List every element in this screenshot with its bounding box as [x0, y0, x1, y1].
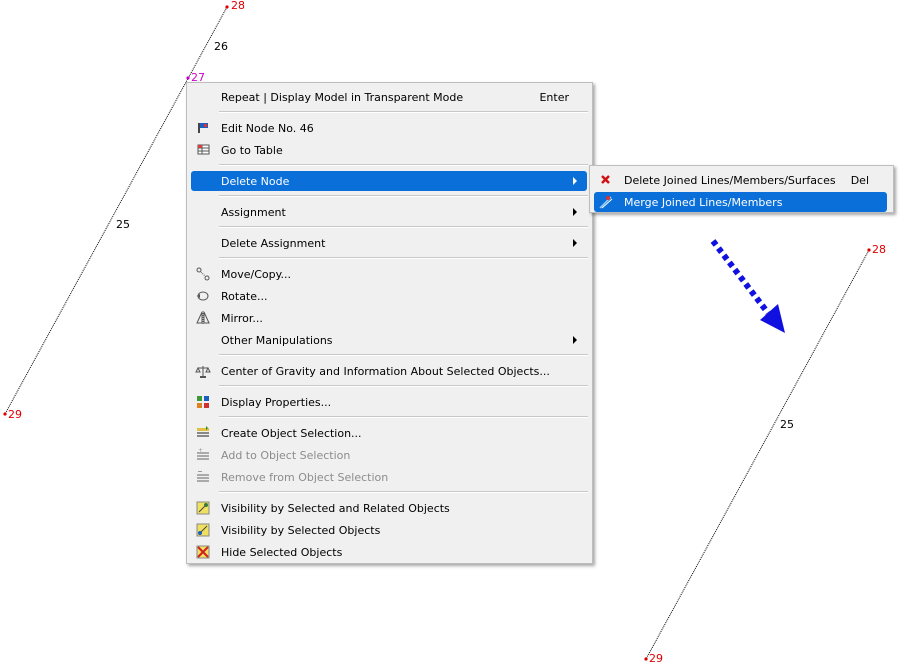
submenu-item-merge-joined[interactable]: Merge Joined Lines/Members — [594, 192, 887, 212]
submenu-item-merge-joined-label: Merge Joined Lines/Members — [624, 196, 783, 209]
node-label-28-right: 28 — [872, 243, 886, 256]
add-selection-icon: + — [195, 447, 211, 463]
menu-item-vis-selected[interactable]: Visibility by Selected Objects — [191, 520, 587, 540]
menu-item-edit-node-label: Edit Node No. 46 — [221, 122, 314, 135]
menu-item-display-properties-label: Display Properties... — [221, 396, 332, 409]
edit-node-icon — [195, 120, 211, 136]
menu-item-vis-selected-related-label: Visibility by Selected and Related Objec… — [221, 502, 450, 515]
menu-item-add-selection[interactable]: + Add to Object Selection — [191, 445, 587, 465]
node-point-28-left[interactable] — [225, 5, 229, 9]
submenu-item-delete-joined-label: Delete Joined Lines/Members/Surfaces — [624, 174, 836, 187]
menu-item-mirror[interactable]: Mirror... — [191, 308, 587, 328]
mirror-icon — [195, 310, 211, 326]
menu-separator — [219, 257, 588, 259]
menu-item-other-manipulations[interactable]: Other Manipulations — [191, 330, 587, 350]
menu-item-assignment-label: Assignment — [221, 206, 286, 219]
center-of-gravity-icon — [195, 363, 211, 379]
menu-item-repeat-label: Repeat | Display Model in Transparent Mo… — [221, 91, 464, 104]
table-icon — [195, 142, 211, 158]
node-point-29-left[interactable] — [3, 412, 7, 416]
menu-item-vis-selected-label: Visibility by Selected Objects — [221, 524, 381, 537]
merge-icon — [598, 194, 614, 210]
visibility-selected-icon — [195, 522, 211, 538]
line-label-26: 26 — [214, 40, 228, 53]
menu-item-delete-node[interactable]: Delete Node — [191, 171, 587, 191]
menu-item-delete-node-label: Delete Node — [221, 175, 290, 188]
visibility-related-icon — [195, 500, 211, 516]
menu-item-hide-selected-label: Hide Selected Objects — [221, 546, 343, 559]
menu-item-move-copy-label: Move/Copy... — [221, 268, 292, 281]
menu-item-edit-node[interactable]: Edit Node No. 46 — [191, 118, 587, 138]
menu-item-create-selection[interactable]: Create Object Selection... — [191, 423, 587, 443]
create-selection-icon — [195, 425, 211, 441]
hide-selected-icon — [195, 544, 211, 560]
submenu-arrow-icon — [573, 208, 577, 216]
submenu-item-delete-joined[interactable]: Delete Joined Lines/Members/Surfaces Del — [594, 170, 887, 190]
move-copy-icon — [195, 266, 211, 282]
delete-x-icon — [598, 172, 614, 188]
rotate-icon — [195, 288, 211, 304]
menu-item-go-to-table[interactable]: Go to Table — [191, 140, 587, 160]
menu-item-other-manipulations-label: Other Manipulations — [221, 334, 333, 347]
node-point-29-right[interactable] — [644, 657, 648, 661]
submenu-arrow-icon — [573, 336, 577, 344]
menu-item-move-copy[interactable]: Move/Copy... — [191, 264, 587, 284]
menu-item-center-of-gravity[interactable]: Center of Gravity and Information About … — [191, 361, 587, 381]
node-label-29-left: 29 — [8, 408, 22, 421]
menu-item-go-to-table-label: Go to Table — [221, 144, 283, 157]
menu-separator — [219, 226, 588, 228]
menu-item-mirror-label: Mirror... — [221, 312, 263, 325]
line-label-25-right: 25 — [780, 418, 794, 431]
node-point-27-left[interactable] — [186, 76, 190, 80]
menu-separator — [219, 354, 588, 356]
menu-item-remove-selection-label: Remove from Object Selection — [221, 471, 389, 484]
node-point-28-right[interactable] — [867, 248, 871, 252]
menu-separator — [219, 491, 588, 493]
submenu-arrow-icon — [573, 177, 577, 185]
display-properties-icon — [195, 394, 211, 410]
menu-item-rotate-label: Rotate... — [221, 290, 268, 303]
menu-separator — [219, 111, 588, 113]
menu-item-assignment[interactable]: Assignment — [191, 202, 587, 222]
menu-item-create-selection-label: Create Object Selection... — [221, 427, 362, 440]
menu-separator — [219, 416, 588, 418]
menu-item-repeat-shortcut: Enter — [539, 91, 569, 104]
submenu-arrow-icon — [573, 239, 577, 247]
remove-selection-icon — [195, 469, 211, 485]
menu-item-repeat[interactable]: Repeat | Display Model in Transparent Mo… — [191, 87, 587, 107]
submenu-item-delete-joined-shortcut: Del — [850, 174, 869, 187]
menu-item-vis-selected-related[interactable]: Visibility by Selected and Related Objec… — [191, 498, 587, 518]
menu-item-rotate[interactable]: Rotate... — [191, 286, 587, 306]
menu-separator — [219, 164, 588, 166]
menu-item-display-properties[interactable]: Display Properties... — [191, 392, 587, 412]
menu-item-add-selection-label: Add to Object Selection — [221, 449, 351, 462]
menu-item-hide-selected[interactable]: Hide Selected Objects — [191, 542, 587, 562]
menu-separator — [219, 385, 588, 387]
node-label-28-left: 28 — [231, 0, 245, 12]
menu-item-remove-selection[interactable]: Remove from Object Selection — [191, 467, 587, 487]
context-menu: Repeat | Display Model in Transparent Mo… — [186, 82, 593, 564]
menu-item-delete-assignment[interactable]: Delete Assignment — [191, 233, 587, 253]
menu-item-delete-assignment-label: Delete Assignment — [221, 237, 326, 250]
svg-text:+: + — [198, 447, 203, 454]
delete-node-submenu: Delete Joined Lines/Members/Surfaces Del… — [589, 165, 894, 213]
node-label-29-right: 29 — [649, 652, 663, 665]
line-right[interactable] — [645, 249, 870, 660]
direction-arrow — [710, 239, 785, 333]
menu-separator — [219, 195, 588, 197]
menu-item-center-of-gravity-label: Center of Gravity and Information About … — [221, 365, 550, 378]
line-label-25-left: 25 — [116, 218, 130, 231]
